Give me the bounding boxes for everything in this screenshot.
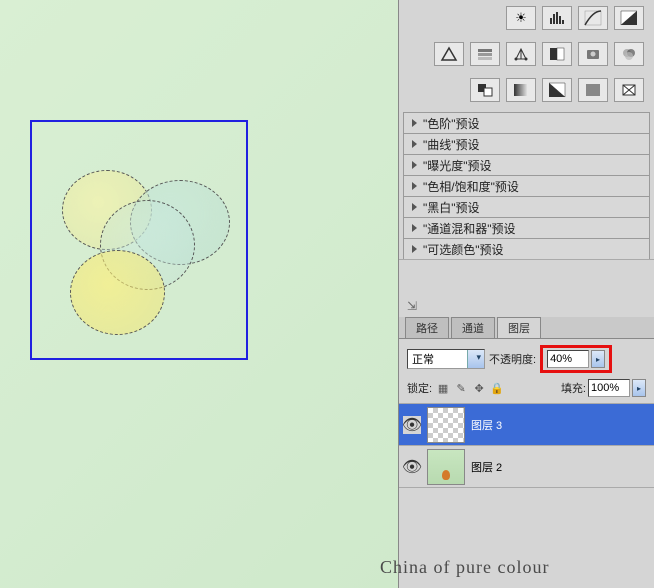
preset-label: "色阶"预设 — [423, 115, 480, 132]
visibility-eye-icon[interactable]: 👁 — [403, 416, 421, 434]
right-panel: ☀ "色阶"预设 "曲线"预设 "曝光度"预设 "色相/饱和度"预设 "黑白"预… — [398, 0, 654, 588]
lookup-icon[interactable] — [614, 78, 644, 102]
fill-input[interactable] — [588, 379, 630, 397]
threshold-icon[interactable] — [506, 78, 536, 102]
presets-panel: "色阶"预设 "曲线"预设 "曝光度"预设 "色相/饱和度"预设 "黑白"预设 … — [399, 108, 654, 259]
expand-icon — [412, 161, 417, 169]
vibrance-icon[interactable] — [434, 42, 464, 66]
fill-flyout-icon[interactable]: ▸ — [632, 379, 646, 397]
preset-label: "可选颜色"预设 — [423, 241, 504, 258]
gradient-map-icon[interactable] — [542, 78, 572, 102]
preset-hue-sat[interactable]: "色相/饱和度"预设 — [403, 175, 650, 197]
selective-color-icon[interactable] — [578, 78, 608, 102]
expand-icon — [412, 203, 417, 211]
channel-mixer-icon[interactable] — [614, 42, 644, 66]
levels-icon[interactable] — [542, 6, 572, 30]
layer-thumbnail[interactable] — [427, 449, 465, 485]
layer-controls-row-1: 不透明度: ▸ — [399, 339, 654, 377]
preset-label: "黑白"预设 — [423, 199, 480, 216]
hue-sat-icon[interactable] — [470, 42, 500, 66]
layer-row[interactable]: 👁 图层 2 — [399, 446, 654, 488]
panel-gap — [399, 259, 654, 317]
fill-group: 填充: ▸ — [561, 379, 646, 397]
preset-channel-mixer[interactable]: "通道混和器"预设 — [403, 217, 650, 239]
canvas-area[interactable] — [0, 0, 398, 588]
opacity-flyout-icon[interactable]: ▸ — [591, 350, 605, 368]
opacity-highlight-box: ▸ — [540, 345, 612, 373]
expand-icon — [412, 140, 417, 148]
preset-exposure[interactable]: "曝光度"预设 — [403, 154, 650, 176]
preset-label: "色相/饱和度"预设 — [423, 178, 519, 195]
fill-label: 填充: — [561, 380, 586, 396]
layers-list: 👁 图层 3 👁 图层 2 — [399, 404, 654, 488]
preset-label: "曲线"预设 — [423, 136, 480, 153]
brightness-contrast-icon[interactable]: ☀ — [506, 6, 536, 30]
lock-transparent-icon[interactable]: ▦ — [436, 381, 450, 395]
tab-paths[interactable]: 路径 — [405, 317, 449, 338]
expand-icon — [412, 182, 417, 190]
lock-pixels-icon[interactable]: ✎ — [454, 381, 468, 395]
adjustment-icons-row-2 — [399, 36, 654, 72]
tab-channels[interactable]: 通道 — [451, 317, 495, 338]
lock-label: 锁定: — [407, 380, 432, 396]
watermark-text: China of pure colour — [380, 557, 654, 578]
layer-thumbnail[interactable] — [427, 407, 465, 443]
collapse-icon[interactable]: ⇲ — [407, 299, 417, 313]
lock-all-icon[interactable]: 🔒 — [490, 381, 504, 395]
curves-icon[interactable] — [578, 6, 608, 30]
invert-icon[interactable] — [470, 78, 500, 102]
adjustment-icons-row-1: ☀ — [399, 0, 654, 36]
expand-icon — [412, 224, 417, 232]
opacity-label: 不透明度: — [489, 351, 536, 367]
exposure-icon[interactable] — [614, 6, 644, 30]
tab-layers[interactable]: 图层 — [497, 317, 541, 338]
preset-label: "通道混和器"预设 — [423, 220, 516, 237]
blend-mode-value[interactable] — [407, 349, 485, 369]
layer-name: 图层 3 — [471, 417, 502, 433]
lock-position-icon[interactable]: ✥ — [472, 381, 486, 395]
panel-tabs: ⇲ 路径 通道 图层 — [399, 317, 654, 339]
adjustment-icons-row-3 — [399, 72, 654, 108]
expand-icon — [412, 245, 417, 253]
preset-levels[interactable]: "色阶"预设 — [403, 112, 650, 134]
layer-controls-row-2: 锁定: ▦ ✎ ✥ 🔒 填充: ▸ — [399, 377, 654, 404]
preset-selective-color[interactable]: "可选颜色"预设 — [403, 238, 650, 260]
preset-label: "曝光度"预设 — [423, 157, 492, 174]
layer-name: 图层 2 — [471, 459, 502, 475]
expand-icon — [412, 119, 417, 127]
visibility-eye-icon[interactable]: 👁 — [403, 458, 421, 476]
color-balance-icon[interactable] — [506, 42, 536, 66]
opacity-input[interactable] — [547, 350, 589, 368]
layer-row[interactable]: 👁 图层 3 — [399, 404, 654, 446]
bw-icon[interactable] — [542, 42, 572, 66]
blend-mode-select[interactable] — [407, 349, 485, 369]
photo-filter-icon[interactable] — [578, 42, 608, 66]
selection-shape-4 — [70, 250, 165, 335]
preset-curves[interactable]: "曲线"预设 — [403, 133, 650, 155]
preset-bw[interactable]: "黑白"预设 — [403, 196, 650, 218]
